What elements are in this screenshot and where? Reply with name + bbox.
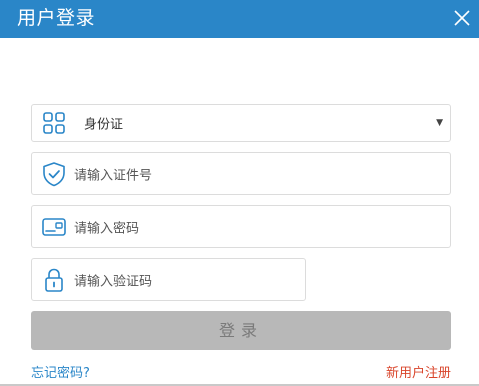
title-bar: 用户登录 [0, 0, 479, 38]
login-dialog: 用户登录 身份证 ▼ 请输入证件号 请输入密码 请输入验证码 登录 忘记密码? … [0, 0, 479, 386]
id-number-input[interactable]: 请输入证件号 [31, 152, 451, 195]
close-icon[interactable] [451, 7, 473, 29]
dialog-title: 用户登录 [17, 7, 96, 29]
card-icon [40, 213, 68, 241]
password-placeholder: 请输入密码 [74, 221, 140, 236]
lock-icon [40, 266, 68, 294]
captcha-placeholder: 请输入验证码 [74, 274, 153, 289]
register-link[interactable]: 新用户注册 [386, 362, 451, 381]
shield-check-icon [40, 160, 68, 188]
captcha-input[interactable]: 请输入验证码 [31, 258, 306, 301]
id-number-placeholder: 请输入证件号 [74, 168, 153, 183]
grid-icon [40, 109, 68, 137]
password-input[interactable]: 请输入密码 [31, 205, 451, 248]
id-type-select[interactable]: 身份证 ▼ [31, 104, 451, 142]
id-type-value: 身份证 [84, 117, 124, 133]
login-button[interactable]: 登录 [31, 311, 451, 350]
forgot-password-link[interactable]: 忘记密码? [31, 362, 90, 381]
dropdown-arrow-icon: ▼ [436, 118, 443, 128]
